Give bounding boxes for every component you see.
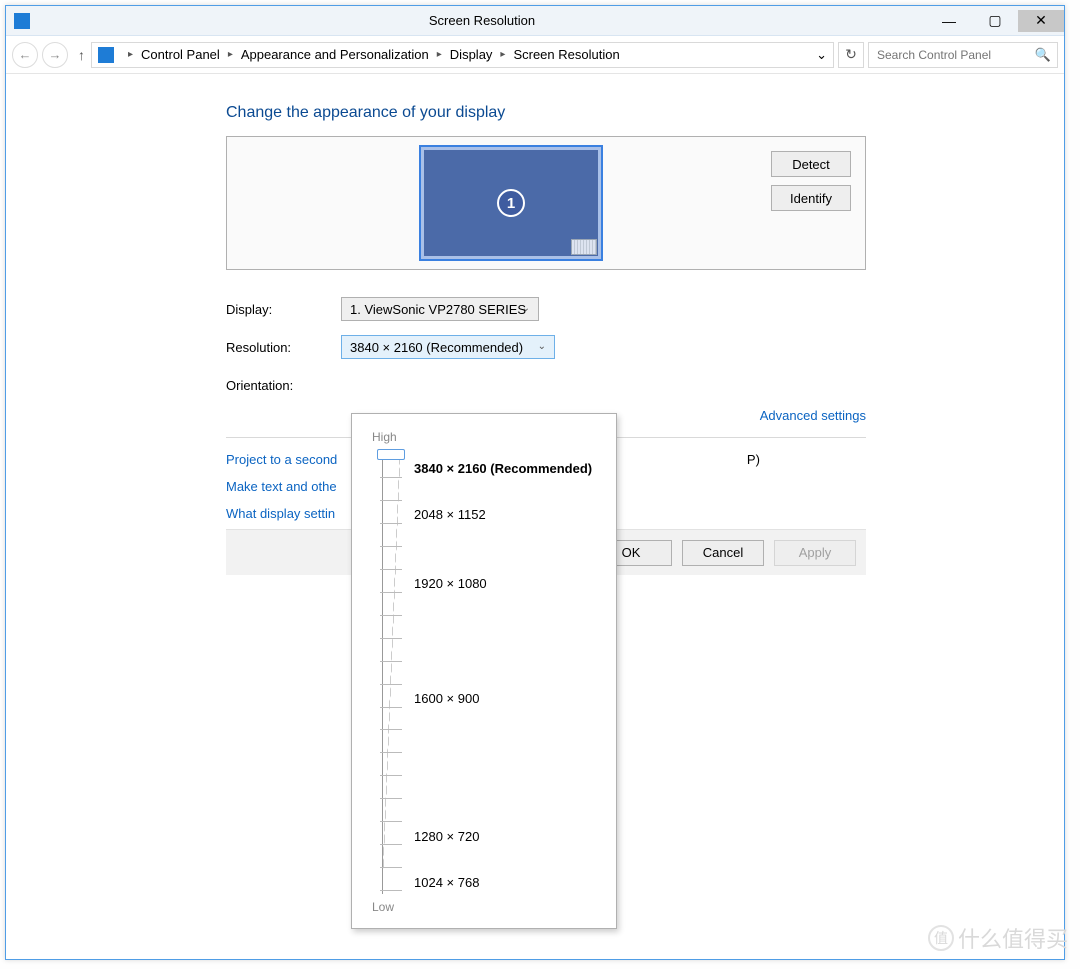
slider-thumb[interactable] bbox=[377, 449, 405, 460]
search-box[interactable]: 🔍 bbox=[868, 42, 1058, 68]
slider-track-diag bbox=[382, 454, 400, 894]
navbar: ← → ↑ ▸ Control Panel ▸ Appearance and P… bbox=[6, 36, 1064, 74]
maximize-button[interactable]: ▢ bbox=[972, 10, 1018, 32]
display-combo[interactable]: 1. ViewSonic VP2780 SERIES ⌄ bbox=[341, 297, 539, 321]
resolution-combo[interactable]: 3840 × 2160 (Recommended) ⌄ bbox=[341, 335, 555, 359]
forward-button[interactable]: → bbox=[42, 42, 68, 68]
chevron-right-icon: ▸ bbox=[500, 49, 505, 60]
orientation-label: Orientation: bbox=[226, 378, 341, 393]
search-input[interactable] bbox=[875, 47, 1035, 63]
project-second-screen-link[interactable]: Project to a second bbox=[226, 452, 337, 467]
resolution-option[interactable]: 1280 × 720 bbox=[414, 829, 479, 844]
chevron-right-icon: ▸ bbox=[437, 49, 442, 60]
chevron-right-icon: ▸ bbox=[128, 49, 133, 60]
monitor-icon bbox=[98, 47, 114, 63]
titlebar: Screen Resolution — ▢ ✕ bbox=[6, 6, 1064, 36]
slider-tick bbox=[380, 752, 402, 753]
detect-button[interactable]: Detect bbox=[771, 151, 851, 177]
display-combo-value: 1. ViewSonic VP2780 SERIES bbox=[350, 302, 526, 317]
resolution-option[interactable]: 1920 × 1080 bbox=[414, 576, 487, 591]
resolution-dropdown[interactable]: High 3840 × 2160 (Recommended) 2048 × 115… bbox=[351, 413, 617, 929]
advanced-settings-link[interactable]: Advanced settings bbox=[760, 408, 866, 423]
monitor-number: 1 bbox=[497, 189, 525, 217]
window-title: Screen Resolution bbox=[38, 13, 926, 28]
identify-button[interactable]: Identify bbox=[771, 185, 851, 211]
settings-form: Display: 1. ViewSonic VP2780 SERIES ⌄ Re… bbox=[226, 290, 866, 404]
refresh-button[interactable]: ↻ bbox=[838, 42, 864, 68]
apply-button[interactable]: Apply bbox=[774, 540, 856, 566]
slider-tick bbox=[380, 592, 402, 593]
close-button[interactable]: ✕ bbox=[1018, 10, 1064, 32]
breadcrumb-item[interactable]: Appearance and Personalization bbox=[241, 47, 429, 62]
content: Change the appearance of your display 1 … bbox=[6, 74, 1064, 959]
high-label: High bbox=[372, 430, 596, 444]
slider-tick bbox=[380, 821, 402, 822]
window: Screen Resolution — ▢ ✕ ← → ↑ ▸ Control … bbox=[5, 5, 1065, 960]
watermark-text: 什么值得买 bbox=[958, 922, 1068, 954]
up-button[interactable]: ↑ bbox=[78, 47, 85, 63]
page-heading: Change the appearance of your display bbox=[226, 104, 1064, 122]
slider-tick bbox=[380, 775, 402, 776]
chevron-down-icon[interactable]: ⌄ bbox=[816, 47, 827, 63]
slider-tick bbox=[380, 546, 402, 547]
chevron-right-icon: ▸ bbox=[228, 49, 233, 60]
display-preview: 1 Detect Identify bbox=[226, 136, 866, 270]
breadcrumb-item[interactable]: Display bbox=[450, 47, 493, 62]
chevron-down-icon: ⌄ bbox=[522, 303, 530, 314]
breadcrumb-item[interactable]: Screen Resolution bbox=[513, 47, 619, 62]
slider-tick bbox=[380, 844, 402, 845]
slider-tick bbox=[380, 684, 402, 685]
cancel-button[interactable]: Cancel bbox=[682, 540, 764, 566]
app-icon bbox=[14, 13, 30, 29]
resolution-combo-value: 3840 × 2160 (Recommended) bbox=[350, 340, 523, 355]
search-icon: 🔍 bbox=[1035, 47, 1051, 63]
monitor-preview[interactable]: 1 bbox=[419, 145, 603, 261]
breadcrumb[interactable]: ▸ Control Panel ▸ Appearance and Persona… bbox=[91, 42, 834, 68]
slider-tick bbox=[380, 500, 402, 501]
display-label: Display: bbox=[226, 302, 341, 317]
watermark-icon: 值 bbox=[928, 925, 954, 951]
slider-tick bbox=[380, 477, 402, 478]
slider-tick bbox=[380, 661, 402, 662]
back-button[interactable]: ← bbox=[12, 42, 38, 68]
slider-tick bbox=[380, 867, 402, 868]
resolution-option[interactable]: 1024 × 768 bbox=[414, 875, 479, 890]
chevron-down-icon: ⌄ bbox=[538, 341, 546, 352]
low-label: Low bbox=[372, 900, 394, 914]
minimize-button[interactable]: — bbox=[926, 10, 972, 32]
keyboard-icon bbox=[571, 239, 597, 255]
resolution-slider[interactable] bbox=[380, 454, 402, 894]
project-suffix: P) bbox=[747, 452, 760, 467]
resolution-option[interactable]: 2048 × 1152 bbox=[414, 507, 486, 522]
breadcrumb-item[interactable]: Control Panel bbox=[141, 47, 220, 62]
resolution-label: Resolution: bbox=[226, 340, 341, 355]
resolution-option[interactable]: 3840 × 2160 (Recommended) bbox=[414, 461, 592, 476]
window-controls: — ▢ ✕ bbox=[926, 10, 1064, 32]
slider-tick bbox=[380, 707, 402, 708]
slider-tick bbox=[380, 523, 402, 524]
slider-tick bbox=[380, 798, 402, 799]
slider-tick bbox=[380, 615, 402, 616]
slider-tick bbox=[380, 638, 402, 639]
slider-tick bbox=[380, 890, 402, 891]
resolution-option[interactable]: 1600 × 900 bbox=[414, 691, 479, 706]
slider-tick bbox=[380, 569, 402, 570]
slider-tick bbox=[380, 729, 402, 730]
watermark: 值 什么值得买 bbox=[928, 922, 1068, 954]
